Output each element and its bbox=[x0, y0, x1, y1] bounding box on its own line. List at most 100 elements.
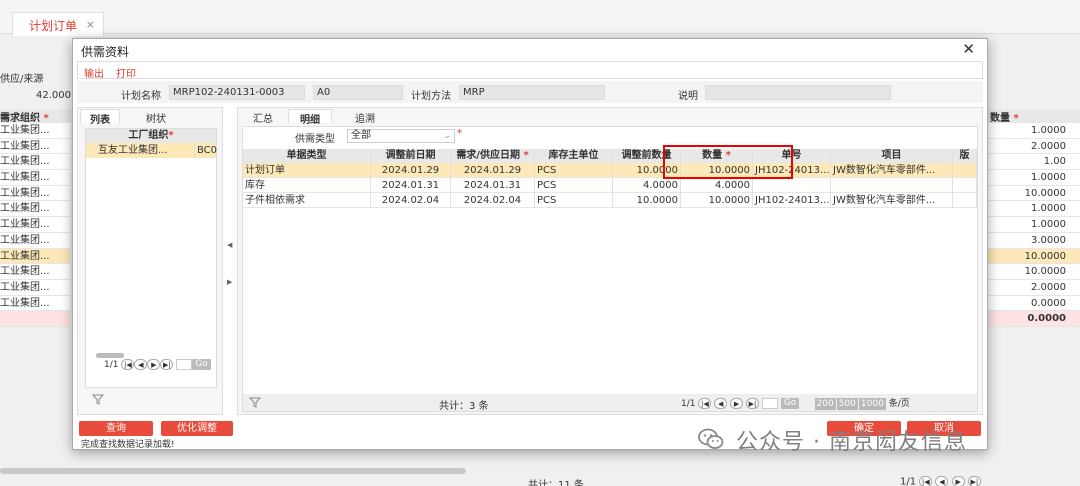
column-header[interactable]: 单号 bbox=[753, 149, 831, 163]
bg-right-value[interactable]: 1.0000 bbox=[988, 217, 1080, 233]
bg-left-row[interactable]: 工业集团... bbox=[0, 217, 70, 233]
left-horizontal-scrollbar[interactable] bbox=[96, 353, 124, 358]
bg-right-value[interactable]: 1.0000 bbox=[988, 170, 1080, 186]
qty-value: 42.000 bbox=[36, 90, 71, 101]
plan-name-label: 计划名称 bbox=[121, 91, 161, 102]
go-button[interactable]: Go bbox=[192, 359, 211, 370]
print-button[interactable]: 打印 bbox=[116, 65, 136, 80]
bg-left-row[interactable]: 工业集团... bbox=[0, 232, 70, 249]
bg-right-value[interactable]: 1.0000 bbox=[988, 201, 1080, 218]
first-page-icon[interactable]: |◀ bbox=[121, 359, 135, 370]
tab-summary[interactable]: 汇总 bbox=[246, 109, 280, 125]
bg-left-row[interactable]: 工业集团... bbox=[0, 201, 70, 218]
bg-right-value[interactable]: 3.0000 bbox=[988, 232, 1080, 249]
filter-icon[interactable] bbox=[248, 397, 262, 411]
bg-right-rows: 1.0000 2.0000 1.00 1.0000 10.0000 1.0000 1.000… bbox=[988, 123, 1080, 327]
last-page-icon[interactable]: ▶| bbox=[745, 398, 759, 409]
column-header[interactable]: 调整前日期 bbox=[371, 149, 451, 163]
table-row[interactable]: 计划订单 2024.01.29 2024.01.29 PCS 10.0000 10.000… bbox=[243, 163, 977, 178]
per-page-label: 条/页 bbox=[888, 399, 910, 409]
next-page-icon[interactable]: ▶ bbox=[951, 476, 965, 486]
tab-tree[interactable]: 树状 bbox=[136, 109, 176, 125]
bg-horizontal-scrollbar[interactable] bbox=[0, 468, 466, 474]
prev-page-icon[interactable]: ◀ bbox=[714, 398, 728, 409]
tab-detail[interactable]: 明细 bbox=[288, 109, 332, 126]
watermark-text: 公众号 · 南京闳友信息 bbox=[736, 430, 967, 455]
filter-icon[interactable] bbox=[91, 394, 105, 408]
next-page-icon[interactable]: ▶ bbox=[730, 398, 744, 409]
bg-left-row[interactable]: 工业集团... bbox=[0, 138, 70, 155]
detail-panel: 汇总 明细 追溯 供需类型 全部 ⌄ * 单据类型 调整前日期 需求/供应日期 * 库… bbox=[237, 107, 983, 415]
tab-plan-order[interactable]: 计划订单 × bbox=[12, 12, 104, 36]
bg-left-row[interactable]: 工业集团... bbox=[0, 185, 70, 202]
column-header-label: 版 bbox=[959, 150, 970, 161]
table-cell: PCS bbox=[535, 163, 613, 177]
bg-left-row[interactable]: 工业集团... bbox=[0, 295, 70, 312]
column-header[interactable]: 单据类型 bbox=[243, 149, 371, 163]
bg-left-row[interactable]: 工业集团... bbox=[0, 248, 70, 265]
prev-page-icon[interactable]: ◀ bbox=[935, 476, 949, 486]
plan-version-field[interactable] bbox=[313, 85, 403, 100]
column-header[interactable]: 调整前数量 bbox=[613, 149, 681, 163]
next-page-icon[interactable]: ▶ bbox=[147, 359, 161, 370]
table-cell: 2024.01.29 bbox=[371, 163, 451, 177]
remark-field[interactable] bbox=[705, 85, 891, 100]
tab-close-icon[interactable]: × bbox=[86, 18, 95, 31]
page-size-200[interactable]: 200 bbox=[814, 397, 836, 410]
column-header-label: 数量 bbox=[702, 150, 723, 161]
prev-page-icon[interactable]: ◀ bbox=[134, 359, 148, 370]
first-page-icon[interactable]: |◀ bbox=[919, 476, 933, 486]
bg-right-value[interactable]: 2.0000 bbox=[988, 279, 1080, 296]
page-number-input[interactable] bbox=[176, 359, 193, 370]
plan-name-field[interactable] bbox=[169, 85, 305, 100]
detail-grid: 单据类型 调整前日期 需求/供应日期 * 库存主单位 调整前数量 数量 * 单号 项目版 计划… bbox=[243, 149, 977, 385]
detail-pager: 1/1 |◀ ◀ ▶ ▶| Go 200 500 1000 条/页 bbox=[681, 396, 910, 410]
bg-left-column-header: 需求组织 * bbox=[0, 109, 72, 124]
tab-list[interactable]: 列表 bbox=[80, 109, 120, 126]
column-header[interactable]: 数量 * bbox=[681, 149, 753, 163]
table-row[interactable]: 子件相依需求 2024.02.04 2024.02.04 PCS 10.0000 10.0… bbox=[243, 193, 977, 208]
page-number-input[interactable] bbox=[761, 398, 778, 409]
optimize-button[interactable]: 优化调整 bbox=[161, 421, 233, 436]
expand-right-icon[interactable]: ▶ bbox=[227, 278, 232, 286]
bg-right-value[interactable]: 0.0000 bbox=[988, 295, 1080, 312]
tab-trace[interactable]: 追溯 bbox=[348, 109, 382, 125]
factory-org-grid: 工厂组织* 互友工业集团... BC0 1/1 |◀ ◀ ▶ ▶| Go bbox=[85, 128, 217, 388]
table-cell: 10.0000 bbox=[681, 163, 753, 177]
close-icon[interactable]: ✕ bbox=[962, 40, 975, 58]
bg-left-row[interactable]: 工业集团... bbox=[0, 154, 70, 171]
plan-method-field[interactable] bbox=[459, 85, 605, 100]
bg-right-value[interactable]: 10.0000 bbox=[988, 264, 1080, 280]
bg-right-value[interactable]: 10.0000 bbox=[988, 248, 1080, 265]
page-size-500[interactable]: 500 bbox=[836, 397, 858, 410]
column-header[interactable]: 版 bbox=[953, 149, 977, 163]
last-page-icon[interactable]: ▶| bbox=[967, 476, 981, 486]
page-size-1000[interactable]: 1000 bbox=[858, 397, 886, 410]
table-row[interactable]: 库存 2024.01.31 2024.01.31 PCS 4.0000 4.0000 bbox=[243, 178, 977, 193]
bg-left-row[interactable]: 工业集团... bbox=[0, 279, 70, 296]
bg-right-value[interactable]: 1.0000 bbox=[988, 123, 1080, 139]
column-header[interactable]: 项目 bbox=[831, 149, 953, 163]
column-header-label: 库存主单位 bbox=[548, 150, 599, 161]
plan-method-label: 计划方法 bbox=[411, 91, 451, 102]
bg-left-row[interactable]: 工业集团... bbox=[0, 123, 70, 139]
table-cell bbox=[953, 193, 977, 207]
last-page-icon[interactable]: ▶| bbox=[160, 359, 174, 370]
supply-type-select[interactable]: 全部 ⌄ bbox=[347, 129, 455, 143]
column-header[interactable]: 库存主单位 bbox=[535, 149, 613, 163]
bg-right-value[interactable]: 10.0000 bbox=[988, 185, 1080, 202]
bg-right-value[interactable]: 1.00 bbox=[988, 154, 1080, 171]
bg-left-row[interactable]: 工业集团... bbox=[0, 170, 70, 186]
bg-left-row[interactable]: 工业集团... bbox=[0, 264, 70, 280]
supply-type-value: 全部 bbox=[351, 130, 371, 141]
query-button[interactable]: 查询 bbox=[79, 421, 153, 436]
table-row[interactable]: 互友工业集团... BC0 bbox=[86, 143, 217, 158]
export-button[interactable]: 输出 bbox=[84, 65, 104, 80]
column-header[interactable]: 需求/供应日期 * bbox=[451, 149, 535, 163]
wechat-icon bbox=[698, 428, 724, 449]
first-page-icon[interactable]: |◀ bbox=[698, 398, 712, 409]
go-button[interactable]: Go bbox=[780, 398, 800, 409]
bg-right-value[interactable]: 2.0000 bbox=[988, 138, 1080, 155]
table-cell: 10.0000 bbox=[613, 163, 681, 177]
collapse-left-icon[interactable]: ◀ bbox=[227, 241, 232, 249]
